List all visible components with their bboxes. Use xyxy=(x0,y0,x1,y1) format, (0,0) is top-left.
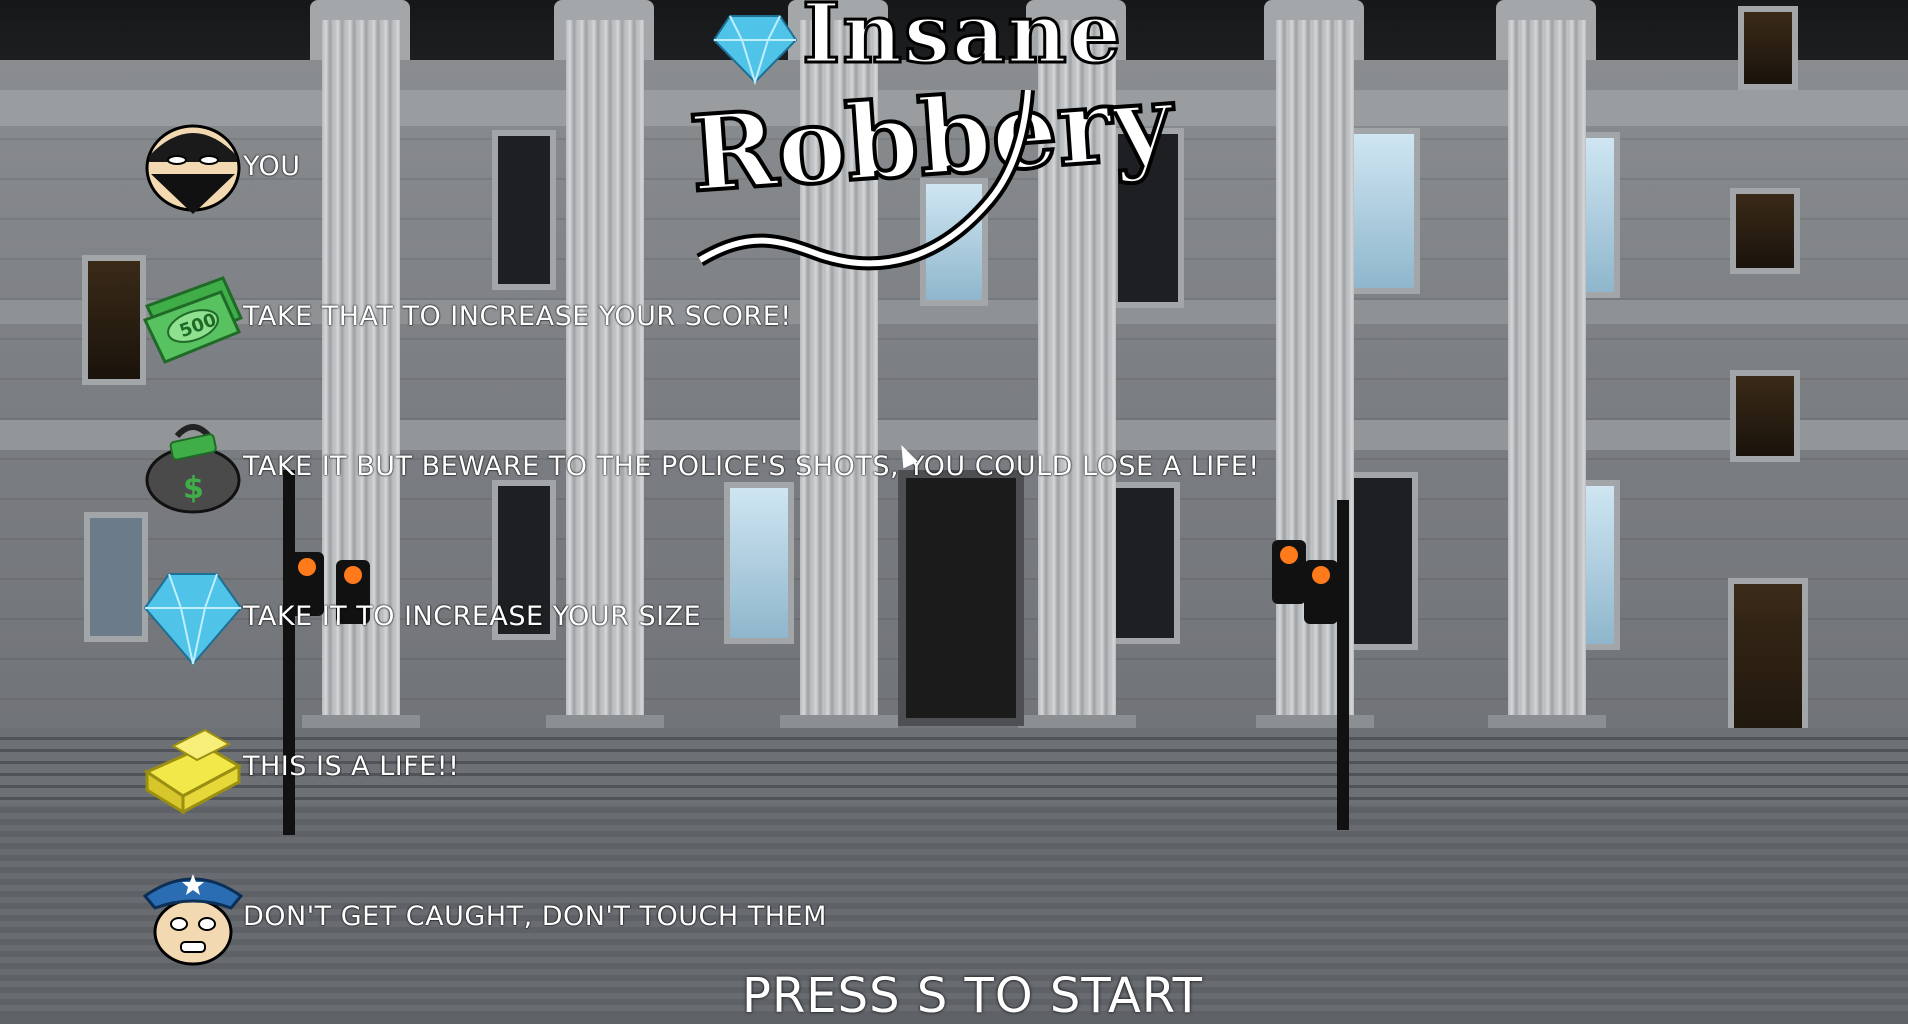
legend-text-you: YOU xyxy=(243,150,301,182)
window xyxy=(82,255,146,385)
legend-item-police: DON'T GET CAUGHT, DON'T TOUCH THEM xyxy=(142,866,827,966)
window xyxy=(1580,480,1620,650)
window xyxy=(1346,128,1420,294)
window xyxy=(1738,6,1798,90)
traffic-light xyxy=(1304,560,1338,624)
legend-item-gold-bar: THIS IS A LIFE!! xyxy=(143,716,459,816)
traffic-light xyxy=(1272,540,1306,604)
legend-text-money-bag: TAKE IT BUT BEWARE TO THE POLICE'S SHOTS… xyxy=(243,450,1260,482)
logo-diamond-icon xyxy=(712,15,798,86)
legend-item-money: 500 TAKE THAT TO INCREASE YOUR SCORE! xyxy=(142,266,792,366)
window xyxy=(1580,132,1620,298)
window xyxy=(1730,188,1800,274)
legend-text-money: TAKE THAT TO INCREASE YOUR SCORE! xyxy=(243,300,792,332)
legend-item-you: YOU xyxy=(143,116,301,216)
money-bag-icon: $ xyxy=(143,416,243,516)
money-500-icon: 500 xyxy=(142,266,244,366)
robber-icon xyxy=(143,116,243,216)
game-logo: Insane Robbery xyxy=(684,0,1178,280)
column xyxy=(1508,20,1586,720)
police-officer-icon xyxy=(142,866,244,966)
traffic-light-pole xyxy=(1337,500,1349,830)
window xyxy=(1346,472,1418,650)
legend-item-diamond: TAKE IT TO INCREASE YOUR SIZE xyxy=(143,566,701,666)
legend-text-gold-bar: THIS IS A LIFE!! xyxy=(243,750,460,782)
window xyxy=(84,512,148,642)
svg-text:$: $ xyxy=(183,471,204,506)
window xyxy=(1730,370,1800,462)
logo-swoosh xyxy=(696,90,1035,271)
legend-text-police: DON'T GET CAUGHT, DON'T TOUCH THEM xyxy=(243,900,827,932)
gold-bar-icon xyxy=(143,716,243,816)
start-prompt: PRESS S TO START xyxy=(742,968,1203,1024)
diamond-icon xyxy=(143,566,243,666)
legend-item-money-bag: $ TAKE IT BUT BEWARE TO THE POLICE'S SHO… xyxy=(143,416,1260,516)
legend-text-diamond: TAKE IT TO INCREASE YOUR SIZE xyxy=(243,600,702,632)
